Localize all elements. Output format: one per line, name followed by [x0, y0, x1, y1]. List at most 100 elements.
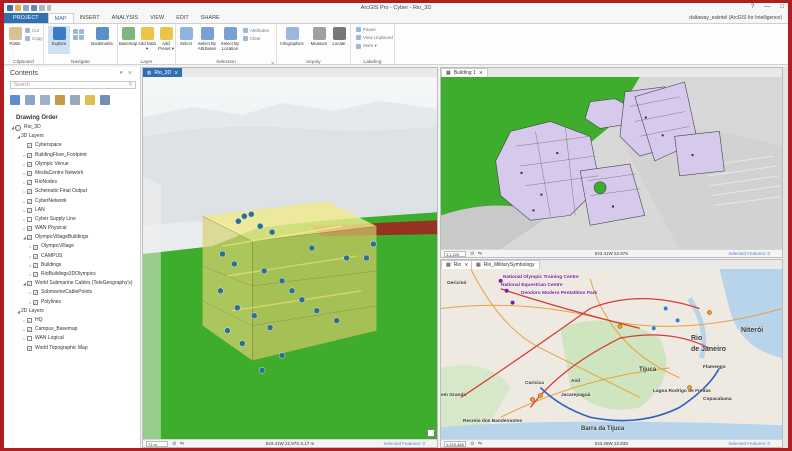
maximize-button[interactable]: □	[780, 4, 784, 10]
list-by-selection-icon[interactable]	[40, 95, 50, 105]
list-by-source-icon[interactable]	[25, 95, 35, 105]
layer-visibility-checkbox[interactable]: ✓	[33, 253, 38, 259]
map-view-rio[interactable]: ▦ Rio ⨯ ▦ Rio_MilitarySymbology National…	[440, 259, 783, 448]
list-by-drawing-order-icon[interactable]	[10, 95, 20, 105]
search-icon[interactable]: ⚲	[128, 82, 132, 88]
minimize-button[interactable]: —	[764, 4, 770, 10]
layer-item[interactable]: ▹ ✓ Schematic Final Output	[4, 187, 140, 196]
layer-visibility-checkbox[interactable]: ✓	[27, 235, 32, 241]
zoom-full-icon[interactable]	[73, 29, 78, 34]
add-preset-button[interactable]: Add Preset ▾	[157, 27, 175, 51]
layer-visibility-checkbox[interactable]: ✓	[27, 318, 32, 324]
layer-item[interactable]: ▹ ✓ WAN Physical	[4, 224, 140, 233]
layer-visibility-checkbox[interactable]: ✓	[27, 189, 32, 195]
previous-extent-icon[interactable]	[79, 29, 84, 34]
fixed-zoom-icon[interactable]	[79, 35, 84, 40]
tab-view[interactable]: VIEW	[144, 13, 170, 23]
layer-visibility-checkbox[interactable]: ✓	[27, 171, 32, 177]
pane-options[interactable]: ▾ ⨯	[120, 70, 134, 76]
layer-visibility-checkbox[interactable]: ✓	[27, 345, 32, 351]
view-unplaced-button[interactable]: View Unplaced	[356, 35, 393, 40]
scene-view-rio-3d[interactable]: ◍ Rio_3D ⨯ 71 m ⚙ ⇆ 043.41W 22.97S 6.17 …	[142, 67, 438, 448]
list-by-labeling-icon[interactable]	[85, 95, 95, 105]
contents-search-input[interactable]: Search ⚲	[10, 81, 136, 89]
navigator-icon[interactable]	[427, 429, 435, 437]
layer-visibility-checkbox[interactable]: ✓	[33, 244, 38, 250]
right-dock-strip[interactable]	[783, 67, 788, 448]
tab-rio[interactable]: ▦ Rio ⨯	[441, 260, 474, 269]
rio-canvas[interactable]: National Olympic Training Centre Nationa…	[441, 269, 782, 439]
list-by-charts-icon[interactable]	[100, 95, 110, 105]
select-by-location-button[interactable]: Select By Location	[219, 27, 241, 51]
scene-item[interactable]: ◢ Rio_3D	[4, 123, 140, 132]
list-by-editing-icon[interactable]	[55, 95, 65, 105]
layer-item[interactable]: ▹ ✓ CyberNetwork	[4, 197, 140, 206]
infographics-button[interactable]: Infographics	[279, 27, 305, 46]
tab-analysis[interactable]: ANALYSIS	[106, 13, 145, 23]
copy-button[interactable]: Copy	[25, 36, 43, 41]
explore-button[interactable]: Explore	[48, 26, 70, 54]
layer-item[interactable]: ▹ ✓ RioBuildings3DOlympics	[4, 270, 140, 279]
layer-visibility-checkbox[interactable]: ✓	[27, 281, 32, 287]
pause-button[interactable]: Pause	[356, 27, 376, 32]
tab-map[interactable]: MAP	[47, 13, 74, 23]
tab-insert[interactable]: INSERT	[74, 13, 106, 23]
close-icon[interactable]: ⨯	[174, 70, 178, 76]
layer-item[interactable]: ▹ WAN Logical	[4, 334, 140, 343]
building-canvas[interactable]	[441, 77, 782, 249]
layer-item[interactable]: ◢ ✓ OlympicVillageBuildings	[4, 233, 140, 242]
clear-button[interactable]: Clear	[243, 36, 261, 41]
paste-button[interactable]: Paste	[6, 27, 24, 46]
attributes-button[interactable]: Attributes	[243, 28, 269, 33]
add-data-button[interactable]: Add Data ▾	[138, 27, 156, 51]
layer-visibility-checkbox[interactable]: ✓	[27, 152, 32, 158]
locate-button[interactable]: Locate	[330, 27, 348, 46]
layer-item[interactable]: ◢ ✓ World Submarine Cables (TeleGeography'…	[4, 279, 140, 288]
layer-visibility-checkbox[interactable]: ✓	[33, 262, 38, 268]
more-button[interactable]: More ▾	[356, 43, 377, 49]
layer-item[interactable]: ✓ Cyberspace	[4, 141, 140, 150]
close-icon[interactable]: ⨯	[464, 262, 468, 268]
layer-item[interactable]: ▹ ✓ LAN	[4, 206, 140, 215]
layer-visibility-checkbox[interactable]: ✓	[27, 226, 32, 232]
layer-visibility-checkbox[interactable]: ✓	[33, 272, 38, 278]
building-selected-features[interactable]: Selected Features: 0	[728, 251, 770, 256]
rio-selected-features[interactable]: Selected Features: 0	[728, 441, 770, 446]
scene-selected-features[interactable]: Selected Features: 0	[383, 441, 425, 446]
layer-item[interactable]: ✓ World Topographic Map	[4, 344, 140, 353]
layer-visibility-checkbox[interactable]: ✓	[27, 327, 32, 333]
layer-group-item[interactable]: ◢ 2D Layers	[4, 307, 140, 316]
list-by-snapping-icon[interactable]	[70, 95, 80, 105]
layer-item[interactable]: ▹ ✓ HQ	[4, 316, 140, 325]
cut-button[interactable]: Cut	[25, 28, 39, 33]
layer-visibility-checkbox[interactable]	[27, 336, 32, 342]
layer-item[interactable]: ▹ ✓ MediaCentre Network	[4, 169, 140, 178]
layer-visibility-checkbox[interactable]: ✓	[27, 143, 32, 149]
signin-status[interactable]: daltaway_esiintel (ArcGIS for Intelligen…	[689, 13, 782, 23]
tab-project[interactable]: PROJECT	[4, 13, 48, 23]
layer-visibility-checkbox[interactable]: ✓	[33, 290, 38, 296]
layer-visibility-checkbox[interactable]	[27, 216, 32, 222]
layer-item[interactable]: ▹ Cyber Supply Line	[4, 215, 140, 224]
tab-edit[interactable]: EDIT	[170, 13, 195, 23]
layer-visibility-checkbox[interactable]: ✓	[27, 161, 32, 167]
layer-item[interactable]: ▹ ✓ SubmarineCablePoints	[4, 288, 140, 297]
layer-item[interactable]: ▹ ✓ Campus_Basemap	[4, 325, 140, 334]
layer-item[interactable]: ▹ ✓ RioNodes	[4, 178, 140, 187]
layer-item[interactable]: ▹ ✓ CAMPUS	[4, 252, 140, 261]
layer-item[interactable]: ▹ ✓ Polylines	[4, 298, 140, 307]
selection-launcher-icon[interactable]: ⇲	[271, 60, 274, 65]
map-view-building-1[interactable]: ▦ Building 1 ⨯ 1:1,220 ⚙ ⇆ 043.41W 22.97…	[440, 67, 783, 258]
select-button[interactable]: Select	[177, 27, 195, 46]
bookmarks-button[interactable]: Bookmarks	[90, 27, 114, 46]
tab-building-1[interactable]: ▦ Building 1 ⨯	[441, 68, 488, 77]
help-button[interactable]: ?	[751, 4, 754, 10]
close-icon[interactable]: ⨯	[479, 70, 483, 76]
layer-item[interactable]: ▹ ✓ Olympic Venue	[4, 160, 140, 169]
tab-rio-3d[interactable]: ◍ Rio_3D ⨯	[143, 68, 183, 77]
layer-visibility-checkbox[interactable]: ✓	[27, 180, 32, 186]
tab-share[interactable]: SHARE	[195, 13, 226, 23]
layer-item[interactable]: ▹ ✓ OlympicVillage	[4, 242, 140, 251]
layer-visibility-checkbox[interactable]: ✓	[33, 299, 38, 305]
basemap-button[interactable]: Basemap	[119, 27, 137, 46]
